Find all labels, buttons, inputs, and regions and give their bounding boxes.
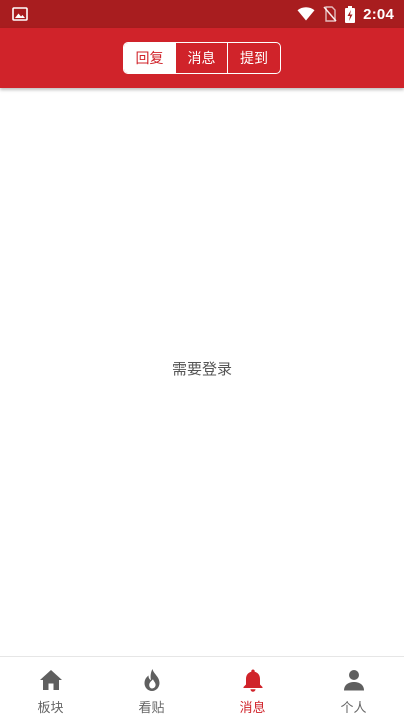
tab-mentions[interactable]: 提到: [228, 43, 280, 73]
nav-label-profile: 个人: [340, 701, 367, 716]
image-notification-icon: [12, 7, 28, 21]
status-time: 2:04: [363, 5, 394, 23]
bottom-nav: 板块 看贴 消息 个人: [0, 656, 404, 720]
login-required-message: 需要登录: [171, 359, 232, 378]
no-sim-icon: [323, 6, 337, 22]
tab-switcher: 回复 消息 提到: [123, 42, 281, 74]
nav-label-messages: 消息: [239, 701, 266, 716]
person-icon: [343, 667, 365, 693]
status-left: [12, 7, 28, 21]
battery-charging-icon: [345, 5, 356, 23]
wifi-icon: [297, 7, 315, 21]
nav-item-profile[interactable]: 个人: [303, 657, 404, 720]
app-header: 回复 消息 提到: [0, 28, 404, 88]
nav-label-boards: 板块: [37, 701, 64, 716]
bell-icon: [242, 667, 264, 693]
home-icon: [39, 667, 63, 693]
main-content: 需要登录: [0, 88, 404, 656]
tab-reply[interactable]: 回复: [124, 43, 176, 73]
nav-item-posts[interactable]: 看贴: [101, 657, 202, 720]
tab-messages[interactable]: 消息: [176, 43, 228, 73]
flame-icon: [143, 667, 161, 693]
nav-item-boards[interactable]: 板块: [0, 657, 101, 720]
status-right: 2:04: [297, 5, 394, 23]
nav-label-posts: 看贴: [138, 701, 165, 716]
nav-item-messages[interactable]: 消息: [202, 657, 303, 720]
status-bar: 2:04: [0, 0, 404, 28]
